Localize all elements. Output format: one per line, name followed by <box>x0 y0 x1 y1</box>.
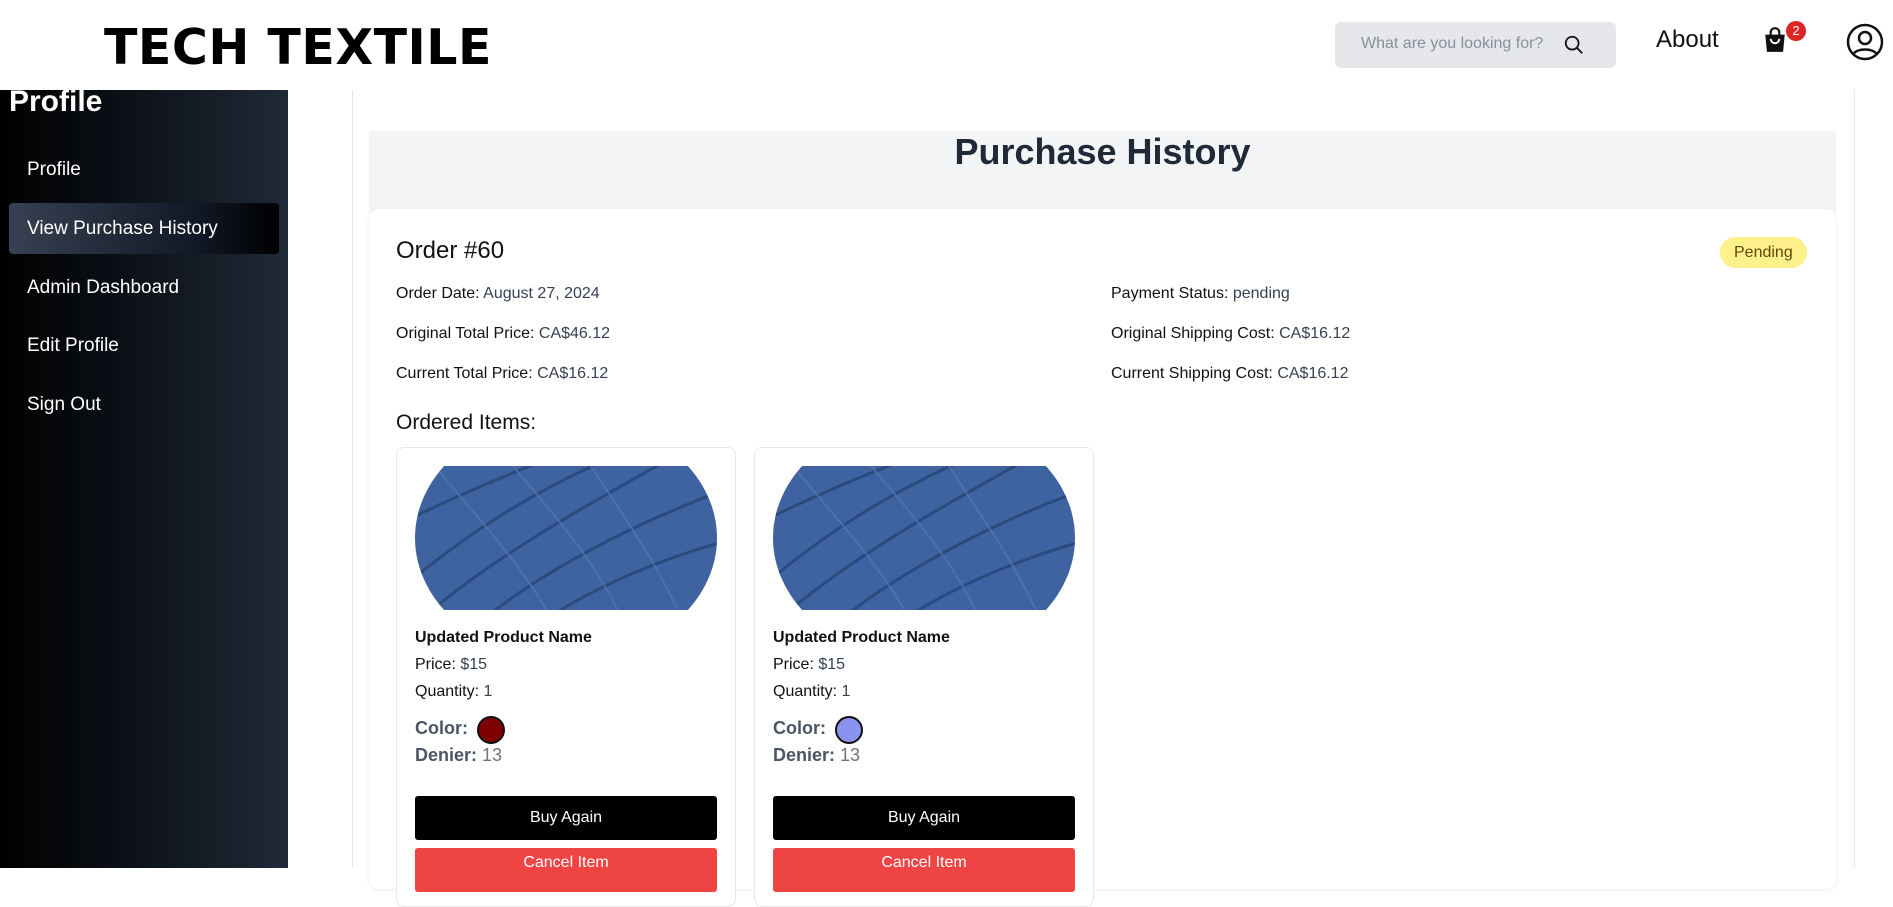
order-date-value: August 27, 2024 <box>483 285 600 302</box>
about-link[interactable]: About <box>1656 26 1719 54</box>
product-image[interactable] <box>773 466 1075 610</box>
payment-status-label: Payment Status: <box>1111 285 1229 302</box>
order-date: Order Date: August 27, 2024 <box>396 285 600 303</box>
product-price: Price: $15 <box>415 656 487 674</box>
ordered-item-card: Updated Product Name Price: $15 Quantity… <box>754 447 1094 907</box>
status-badge: Pending <box>1720 237 1807 268</box>
sidebar-item-edit-profile[interactable]: Edit Profile <box>9 320 279 371</box>
color-swatch <box>835 716 863 744</box>
search-icon[interactable] <box>1563 34 1585 56</box>
original-shipping-value: CA$16.12 <box>1279 325 1351 342</box>
sidebar-item-profile[interactable]: Profile <box>9 144 279 195</box>
current-total-price: Current Total Price: CA$16.12 <box>396 365 608 383</box>
product-image[interactable] <box>415 466 717 610</box>
current-shipping-value: CA$16.12 <box>1277 365 1349 382</box>
payment-status: Payment Status: pending <box>1111 285 1290 303</box>
order-date-label: Order Date: <box>396 285 480 302</box>
top-header: TECH TEXTILE What are you looking for? A… <box>0 0 1893 90</box>
product-denier: Denier: 13 <box>415 745 502 766</box>
product-name[interactable]: Updated Product Name <box>773 629 950 647</box>
price-label: Price: <box>415 656 456 673</box>
product-color: Color: <box>773 718 826 739</box>
payment-status-value: pending <box>1232 285 1290 302</box>
buy-again-button[interactable]: Buy Again <box>415 796 717 840</box>
original-total-label: Original Total Price: <box>396 325 535 342</box>
original-total-value: CA$46.12 <box>538 325 611 342</box>
current-total-label: Current Total Price: <box>396 365 533 382</box>
order-title: Order #60 <box>396 237 505 264</box>
product-color: Color: <box>415 718 468 739</box>
denier-value: 13 <box>482 745 503 765</box>
cart-count-badge: 2 <box>1786 21 1806 41</box>
brand-logo[interactable]: TECH TEXTILE <box>104 22 492 74</box>
price-value: $15 <box>818 656 846 673</box>
denier-label: Denier: <box>415 745 478 765</box>
price-value: $15 <box>460 656 488 673</box>
buy-again-button[interactable]: Buy Again <box>773 796 1075 840</box>
current-total-value: CA$16.12 <box>537 365 609 382</box>
shopping-bag-icon[interactable] <box>1762 26 1788 54</box>
color-label: Color: <box>773 718 826 738</box>
original-shipping-cost: Original Shipping Cost: CA$16.12 <box>1111 325 1350 343</box>
purchase-history-header: Purchase History <box>369 131 1836 213</box>
product-price: Price: $15 <box>773 656 845 674</box>
current-shipping-cost: Current Shipping Cost: CA$16.12 <box>1111 365 1348 383</box>
product-quantity: Quantity: 1 <box>415 683 492 701</box>
price-label: Price: <box>773 656 814 673</box>
sidebar-title: Profile <box>9 85 103 118</box>
profile-sidebar: Profile Profile View Purchase History Ad… <box>0 85 288 868</box>
page-title: Purchase History <box>954 131 1251 172</box>
user-circle-icon[interactable] <box>1846 23 1884 61</box>
original-shipping-label: Original Shipping Cost: <box>1111 325 1275 342</box>
order-card: Order #60 Pending Order Date: August 27,… <box>369 209 1836 907</box>
denier-value: 13 <box>840 745 861 765</box>
search-bar[interactable]: What are you looking for? <box>1335 22 1616 68</box>
quantity-value: 1 <box>841 683 851 700</box>
quantity-value: 1 <box>483 683 493 700</box>
denier-label: Denier: <box>773 745 836 765</box>
ordered-item-card: Updated Product Name Price: $15 Quantity… <box>396 447 736 907</box>
sidebar-item-view-purchase-history[interactable]: View Purchase History <box>9 203 279 254</box>
product-denier: Denier: 13 <box>773 745 860 766</box>
original-total-price: Original Total Price: CA$46.12 <box>396 325 610 343</box>
color-swatch <box>477 716 505 744</box>
sidebar-item-sign-out[interactable]: Sign Out <box>9 379 279 430</box>
cancel-item-button[interactable]: Cancel Item <box>773 848 1075 892</box>
cancel-item-button[interactable]: Cancel Item <box>415 848 717 892</box>
current-shipping-label: Current Shipping Cost: <box>1111 365 1273 382</box>
quantity-label: Quantity: <box>415 683 480 700</box>
product-name[interactable]: Updated Product Name <box>415 629 592 647</box>
search-input[interactable]: What are you looking for? <box>1361 35 1543 53</box>
sidebar-item-admin-dashboard[interactable]: Admin Dashboard <box>9 262 279 313</box>
color-label: Color: <box>415 718 468 738</box>
product-quantity: Quantity: 1 <box>773 683 850 701</box>
quantity-label: Quantity: <box>773 683 838 700</box>
ordered-items-heading: Ordered Items: <box>396 411 537 434</box>
